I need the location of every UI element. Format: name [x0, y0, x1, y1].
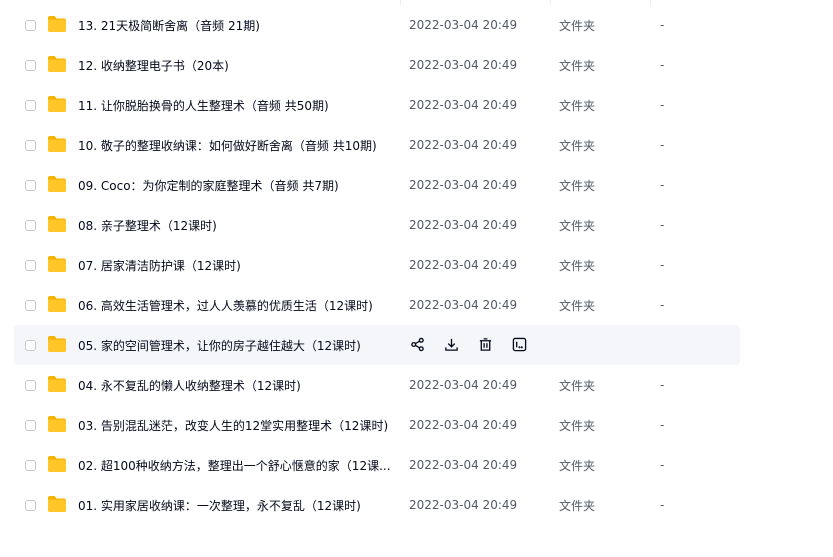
row-checkbox[interactable]: [25, 259, 36, 271]
file-row[interactable]: 09. Coco：为你定制的家庭整理术（音频 共7期) 2022-03-04 20…: [14, 165, 740, 205]
delete-button[interactable]: [476, 335, 495, 354]
file-row[interactable]: 01. 实用家居收纳课：一次整理，永不复乱（12课时) 2022-03-04 20…: [14, 485, 740, 525]
file-size: -: [660, 138, 665, 152]
row-checkbox[interactable]: [25, 19, 36, 31]
file-list: 13. 21天极简断舍离（音频 21期) 2022-03-04 20:49 文件夹 -…: [0, 0, 833, 557]
file-row[interactable]: 03. 告别混乱迷茫，改变人生的12堂实用整理术（12课时) 2022-03-04…: [14, 405, 740, 445]
modified-date: 2022-03-04 20:49: [409, 18, 518, 32]
file-name[interactable]: 10. 敬子的整理收纳课：如何做好断舍离（音频 共10期): [78, 137, 398, 154]
modified-date: 2022-03-04 20:49: [409, 458, 518, 472]
file-row[interactable]: 05. 家的空间管理术，让你的房子越住越大（12课时): [14, 325, 740, 365]
file-type: 文件夹: [559, 58, 596, 73]
file-size: -: [660, 98, 665, 112]
file-type: 文件夹: [559, 458, 596, 473]
file-type: 文件夹: [559, 18, 596, 33]
file-size: -: [660, 58, 665, 72]
folder-icon: [47, 55, 67, 73]
file-row[interactable]: 10. 敬子的整理收纳课：如何做好断舍离（音频 共10期) 2022-03-04 …: [14, 125, 740, 165]
modified-date: 2022-03-04 20:49: [409, 258, 518, 272]
row-actions: [408, 335, 529, 354]
file-type: 文件夹: [559, 298, 596, 313]
file-size: -: [660, 418, 665, 432]
row-checkbox[interactable]: [25, 139, 36, 151]
modified-date: 2022-03-04 20:49: [409, 298, 518, 312]
file-type: 文件夹: [559, 378, 596, 393]
file-name[interactable]: 06. 高效生活管理术，过人人羡慕的优质生活（12课时): [78, 297, 398, 314]
modified-date: 2022-03-04 20:49: [409, 138, 518, 152]
folder-icon: [47, 95, 67, 113]
modified-date: 2022-03-04 20:49: [409, 218, 518, 232]
folder-icon: [47, 495, 67, 513]
file-size: -: [660, 218, 665, 232]
modified-date: 2022-03-04 20:49: [409, 178, 518, 192]
row-checkbox[interactable]: [25, 339, 36, 351]
file-size: -: [660, 18, 665, 32]
file-name[interactable]: 13. 21天极简断舍离（音频 21期): [78, 17, 398, 34]
row-checkbox[interactable]: [25, 179, 36, 191]
row-checkbox[interactable]: [25, 299, 36, 311]
folder-icon: [47, 455, 67, 473]
modified-date: 2022-03-04 20:49: [409, 58, 518, 72]
folder-icon: [47, 415, 67, 433]
download-button[interactable]: [442, 335, 461, 354]
file-type: 文件夹: [559, 218, 596, 233]
file-name[interactable]: 02. 超100种收纳方法，整理出一个舒心惬意的家（12课...: [78, 457, 398, 474]
row-checkbox[interactable]: [25, 459, 36, 471]
more-button[interactable]: [510, 335, 529, 354]
folder-icon: [47, 215, 67, 233]
folder-icon: [47, 175, 67, 193]
share-button[interactable]: [408, 335, 427, 354]
file-name[interactable]: 07. 居家清洁防护课（12课时): [78, 257, 398, 274]
file-size: -: [660, 298, 665, 312]
file-type: 文件夹: [559, 498, 596, 513]
folder-icon: [47, 295, 67, 313]
file-name[interactable]: 01. 实用家居收纳课：一次整理，永不复乱（12课时): [78, 497, 398, 514]
row-checkbox[interactable]: [25, 219, 36, 231]
row-checkbox[interactable]: [25, 59, 36, 71]
file-size: -: [660, 458, 665, 472]
folder-icon: [47, 375, 67, 393]
folder-icon: [47, 15, 67, 33]
modified-date: 2022-03-04 20:49: [409, 498, 518, 512]
modified-date: 2022-03-04 20:49: [409, 378, 518, 392]
file-name[interactable]: 12. 收纳整理电子书（20本): [78, 57, 398, 74]
modified-date: 2022-03-04 20:49: [409, 418, 518, 432]
file-row[interactable]: 12. 收纳整理电子书（20本) 2022-03-04 20:49 文件夹 -: [14, 45, 740, 85]
file-row[interactable]: 11. 让你脱胎换骨的人生整理术（音频 共50期) 2022-03-04 20:4…: [14, 85, 740, 125]
folder-icon: [47, 335, 67, 353]
folder-icon: [47, 135, 67, 153]
file-size: -: [660, 258, 665, 272]
share-icon: [410, 337, 425, 352]
trash-icon: [478, 337, 493, 352]
row-checkbox[interactable]: [25, 379, 36, 391]
file-name[interactable]: 04. 永不复乱的懒人收纳整理术（12课时): [78, 377, 398, 394]
file-name[interactable]: 08. 亲子整理术（12课时): [78, 217, 398, 234]
file-name[interactable]: 03. 告别混乱迷茫，改变人生的12堂实用整理术（12课时): [78, 417, 398, 434]
modified-date: 2022-03-04 20:49: [409, 98, 518, 112]
download-icon: [444, 337, 459, 352]
file-name[interactable]: 11. 让你脱胎换骨的人生整理术（音频 共50期): [78, 97, 398, 114]
file-type: 文件夹: [559, 178, 596, 193]
file-row[interactable]: 13. 21天极简断舍离（音频 21期) 2022-03-04 20:49 文件夹 -: [14, 5, 740, 45]
file-type: 文件夹: [559, 258, 596, 273]
file-type: 文件夹: [559, 138, 596, 153]
row-checkbox[interactable]: [25, 99, 36, 111]
file-row[interactable]: 04. 永不复乱的懒人收纳整理术（12课时) 2022-03-04 20:49 文件…: [14, 365, 740, 405]
file-row[interactable]: 02. 超100种收纳方法，整理出一个舒心惬意的家（12课... 2022-03-…: [14, 445, 740, 485]
file-type: 文件夹: [559, 418, 596, 433]
file-row[interactable]: 08. 亲子整理术（12课时) 2022-03-04 20:49 文件夹 -: [14, 205, 740, 245]
file-row[interactable]: 07. 居家清洁防护课（12课时) 2022-03-04 20:49 文件夹 -: [14, 245, 740, 285]
folder-icon: [47, 255, 67, 273]
file-name[interactable]: 05. 家的空间管理术，让你的房子越住越大（12课时): [78, 337, 398, 354]
row-checkbox[interactable]: [25, 499, 36, 511]
file-size: -: [660, 378, 665, 392]
file-size: -: [660, 178, 665, 192]
file-type: 文件夹: [559, 98, 596, 113]
file-row[interactable]: 06. 高效生活管理术，过人人羡慕的优质生活（12课时) 2022-03-04 2…: [14, 285, 740, 325]
file-size: -: [660, 498, 665, 512]
row-checkbox[interactable]: [25, 419, 36, 431]
more-icon: [512, 337, 527, 352]
file-name[interactable]: 09. Coco：为你定制的家庭整理术（音频 共7期): [78, 177, 398, 194]
